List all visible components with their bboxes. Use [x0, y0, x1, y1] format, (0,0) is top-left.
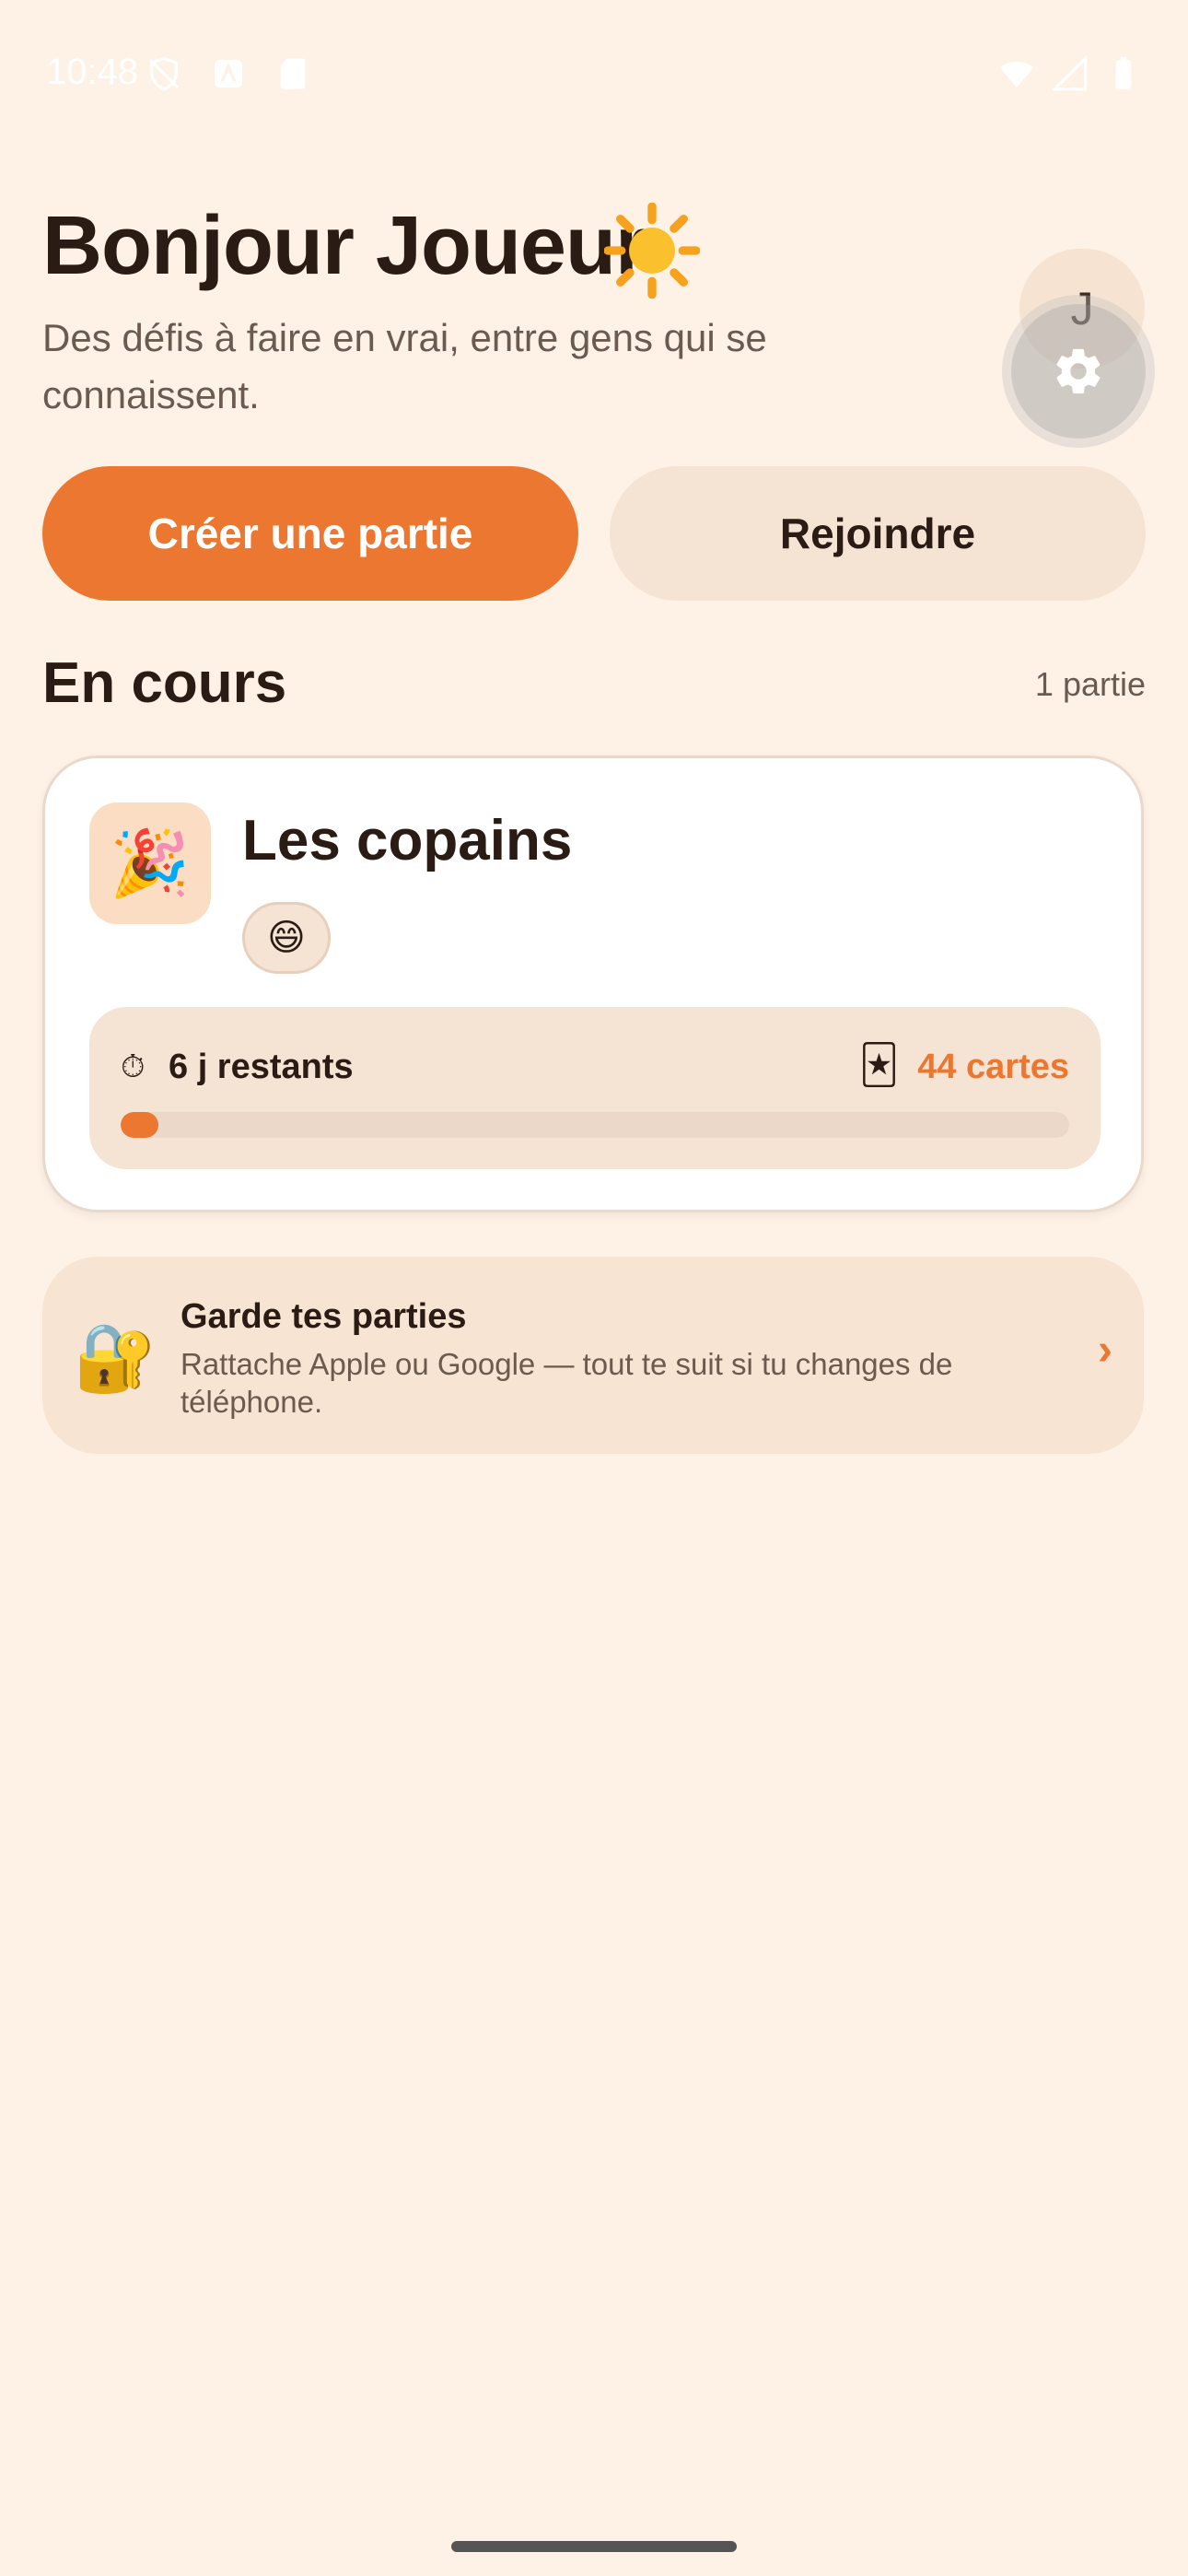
progress-bar	[121, 1112, 1069, 1138]
status-notification-icons	[146, 55, 311, 92]
settings-button[interactable]	[1011, 304, 1146, 439]
create-game-button[interactable]: Créer une partie	[42, 466, 578, 601]
banner-title: Garde tes parties	[181, 1297, 467, 1336]
battery-icon	[1115, 56, 1132, 89]
sd-card-icon	[280, 58, 306, 89]
status-system-icons	[998, 55, 1142, 92]
party-popper-icon: 🎉	[89, 802, 211, 924]
join-game-button[interactable]: Rejoindre	[610, 466, 1146, 601]
wifi-icon	[999, 62, 1034, 88]
cell-signal-icon	[1052, 55, 1088, 91]
status-bar: 10:48	[0, 0, 1188, 147]
cards-icon: 🃏	[859, 1043, 899, 1086]
time-left: 6 j restants	[169, 1048, 354, 1086]
banner-text: Rattache Apple ou Google — tout te suit …	[181, 1347, 953, 1419]
game-card[interactable]: 🎉 Les copains 😄 ⏱ 6 j restants 🃏 44 cart…	[42, 755, 1144, 1212]
page-title: Bonjour Joueur	[42, 199, 700, 299]
status-time: 10:48	[46, 52, 139, 92]
lock-key-icon: 🔐	[74, 1321, 157, 1395]
timer-icon: ⏱	[121, 1049, 146, 1084]
sun-icon	[604, 203, 700, 299]
greeting-text: Bonjour Joueur	[42, 200, 647, 292]
store-icon	[215, 60, 242, 88]
home-indicator[interactable]	[451, 2541, 737, 2552]
section-title: En cours	[42, 651, 287, 715]
link-account-banner[interactable]: 🔐 Garde tes parties Rattache Apple ou Go…	[42, 1257, 1144, 1454]
game-name: Les copains	[242, 809, 573, 872]
chevron-right-icon: ›	[1098, 1326, 1112, 1375]
page-subtitle: Des défis à faire en vrai, entre gens qu…	[42, 316, 767, 416]
member-avatar: 😄	[242, 902, 331, 974]
progress-fill	[121, 1112, 159, 1138]
shield-off-icon	[148, 56, 180, 91]
game-stats: ⏱ 6 j restants 🃏 44 cartes	[89, 1007, 1101, 1169]
gear-icon	[1056, 348, 1101, 394]
section-count: 1 partie	[1034, 665, 1146, 703]
cards-count: 44 cartes	[917, 1048, 1069, 1086]
